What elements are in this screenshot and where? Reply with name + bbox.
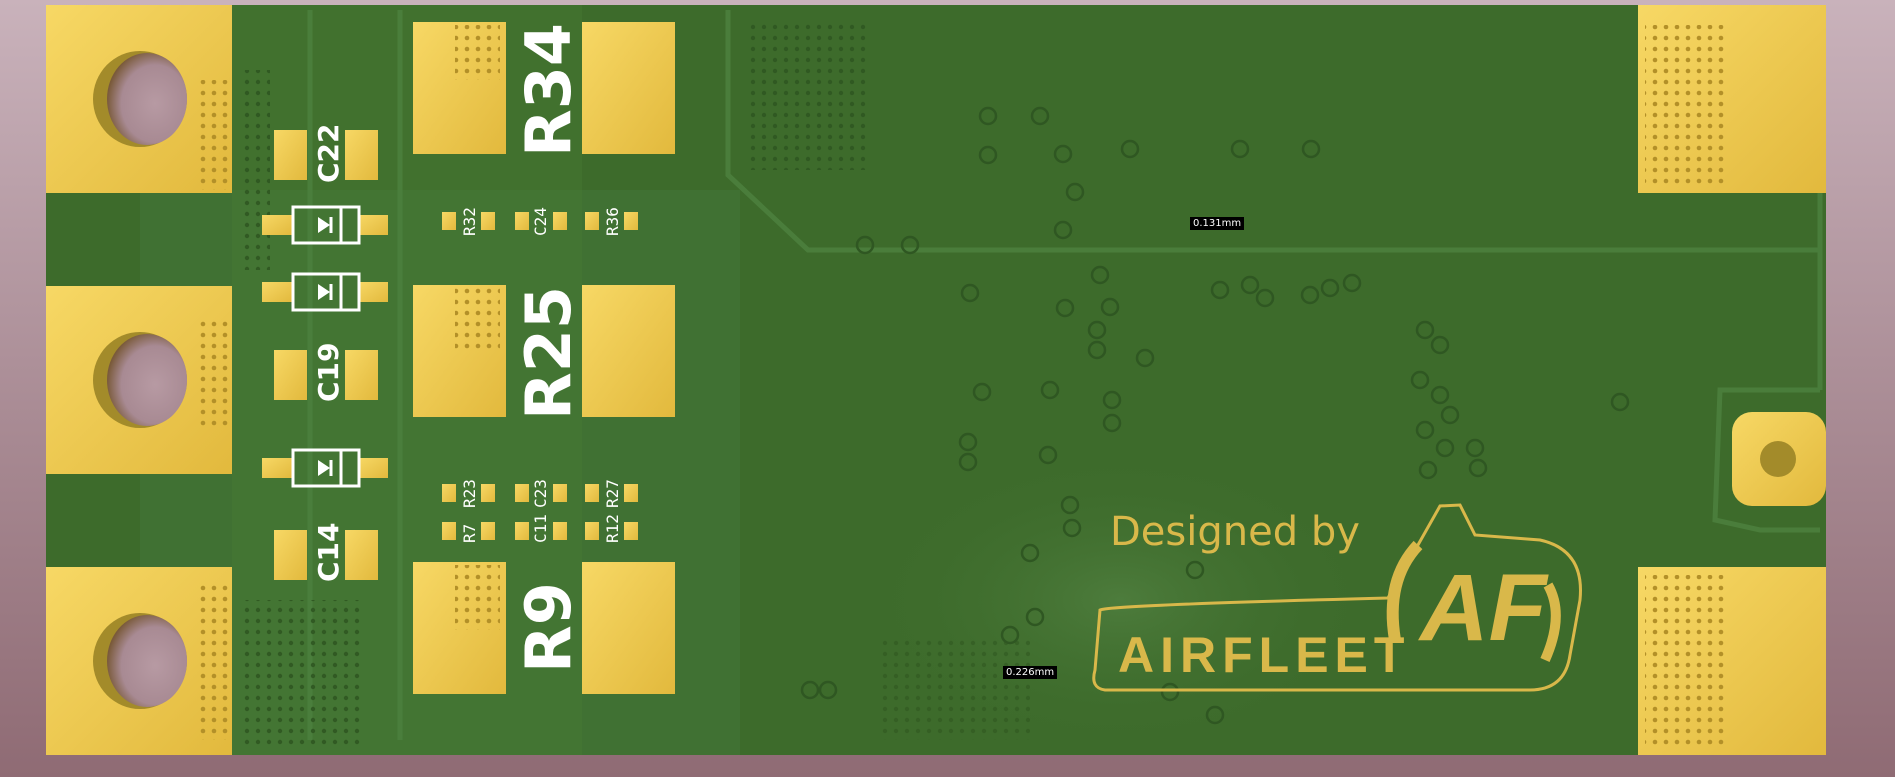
designator-C23: C23 <box>531 479 550 508</box>
pcb-render: R34 R25 R9 C22 C19 C14 R32 C24 R36 R23 C… <box>46 5 1826 755</box>
designator-R34: R34 <box>512 23 585 157</box>
designator-C14: C14 <box>312 522 345 582</box>
brand-logo-mark: AF <box>1418 555 1550 661</box>
mounting-hole-icon <box>1760 441 1796 477</box>
measurement-label: 0.131mm <box>1190 217 1245 230</box>
designator-R36: R36 <box>603 207 622 236</box>
designator-R27: R27 <box>603 479 622 508</box>
brand-tagline: Designed by <box>1110 509 1360 555</box>
measurement-label: 0.226mm <box>1003 666 1058 679</box>
terminal-pads <box>46 5 232 755</box>
designator-C22: C22 <box>312 123 345 183</box>
designator-C19: C19 <box>312 342 345 402</box>
designator-R32: R32 <box>460 207 479 236</box>
designator-R23: R23 <box>460 479 479 508</box>
designator-R12: R12 <box>603 514 622 543</box>
designator-R9: R9 <box>512 582 585 673</box>
designator-C11: C11 <box>531 514 550 543</box>
designator-R25: R25 <box>512 286 585 420</box>
brand-company: AIRFLEET <box>1118 627 1410 683</box>
designator-R7: R7 <box>460 524 479 543</box>
designator-C24: C24 <box>531 207 550 236</box>
